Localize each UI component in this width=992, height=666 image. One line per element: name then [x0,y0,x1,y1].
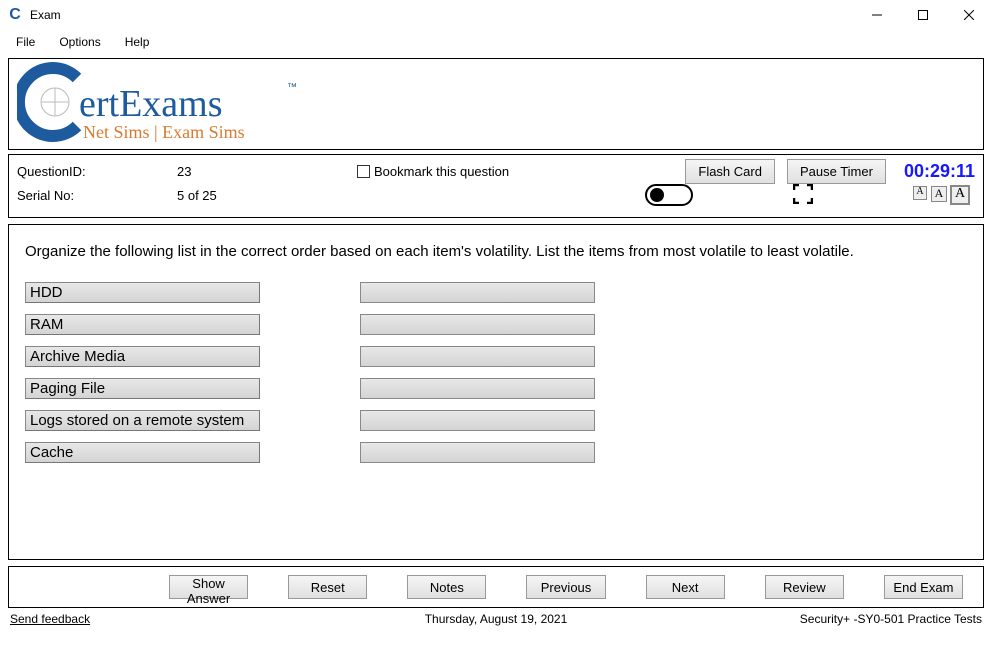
logo-c-icon [19,68,77,136]
toggle-knob [650,188,664,202]
status-bar: Send feedback Thursday, August 19, 2021 … [0,610,992,628]
drop-slot[interactable] [360,442,595,463]
end-exam-button[interactable]: End Exam [884,575,963,599]
logo-panel: ertExams ™ Net Sims | Exam Sims [8,58,984,150]
menu-file[interactable]: File [4,33,47,51]
serial-no-label: Serial No: [17,188,177,203]
previous-button[interactable]: Previous [526,575,605,599]
drag-item[interactable]: RAM [25,314,260,335]
show-answer-button[interactable]: Show Answer [169,575,248,599]
question-panel: Organize the following list in the corre… [8,224,984,560]
drag-item[interactable]: Cache [25,442,260,463]
serial-no-value: 5 of 25 [177,188,357,203]
drop-slot[interactable] [360,282,595,303]
drag-item[interactable]: Archive Media [25,346,260,367]
drop-slot[interactable] [360,346,595,367]
timer-display: 00:29:11 [904,161,975,182]
mode-toggle[interactable] [645,184,693,206]
status-date: Thursday, August 19, 2021 [425,612,568,626]
info-panel: QuestionID: 23 Bookmark this question Fl… [8,154,984,218]
menu-help[interactable]: Help [113,33,162,51]
status-exam-name: Security+ -SY0-501 Practice Tests [800,612,982,626]
app-icon: C [6,6,24,24]
drag-item[interactable]: Logs stored on a remote system [25,410,260,431]
title-bar: C Exam [0,0,992,30]
drag-item[interactable]: Paging File [25,378,260,399]
reset-button[interactable]: Reset [288,575,367,599]
flash-card-button[interactable]: Flash Card [685,159,775,184]
font-size-large[interactable]: A [951,186,969,204]
close-button[interactable] [946,0,992,30]
question-id-value: 23 [177,164,357,179]
menu-options[interactable]: Options [47,33,112,51]
target-column [360,282,595,463]
drop-slot[interactable] [360,314,595,335]
maximize-button[interactable] [900,0,946,30]
notes-button[interactable]: Notes [407,575,486,599]
minimize-button[interactable] [854,0,900,30]
button-bar: Show Answer Reset Notes Previous Next Re… [8,566,984,608]
drop-slot[interactable] [360,378,595,399]
font-size-medium[interactable]: A [931,186,947,202]
pause-timer-button[interactable]: Pause Timer [787,159,886,184]
next-button[interactable]: Next [646,575,725,599]
window-title: Exam [30,8,61,22]
bookmark-checkbox[interactable]: Bookmark this question [357,164,509,179]
question-text: Organize the following list in the corre… [25,243,967,260]
bookmark-label: Bookmark this question [374,164,509,179]
checkbox-icon [357,165,370,178]
send-feedback-link[interactable]: Send feedback [10,612,90,626]
source-column: HDD RAM Archive Media Paging File Logs s… [25,282,260,463]
review-button[interactable]: Review [765,575,844,599]
question-id-label: QuestionID: [17,164,177,179]
logo-subtitle: Net Sims | Exam Sims [83,122,245,142]
svg-text:™: ™ [287,82,297,93]
menu-bar: File Options Help [0,30,992,54]
font-size-small[interactable]: A [913,186,927,200]
drop-slot[interactable] [360,410,595,431]
logo-brand-text: ertExams [79,83,223,125]
fullscreen-icon[interactable] [793,184,813,207]
drag-item[interactable]: HDD [25,282,260,303]
